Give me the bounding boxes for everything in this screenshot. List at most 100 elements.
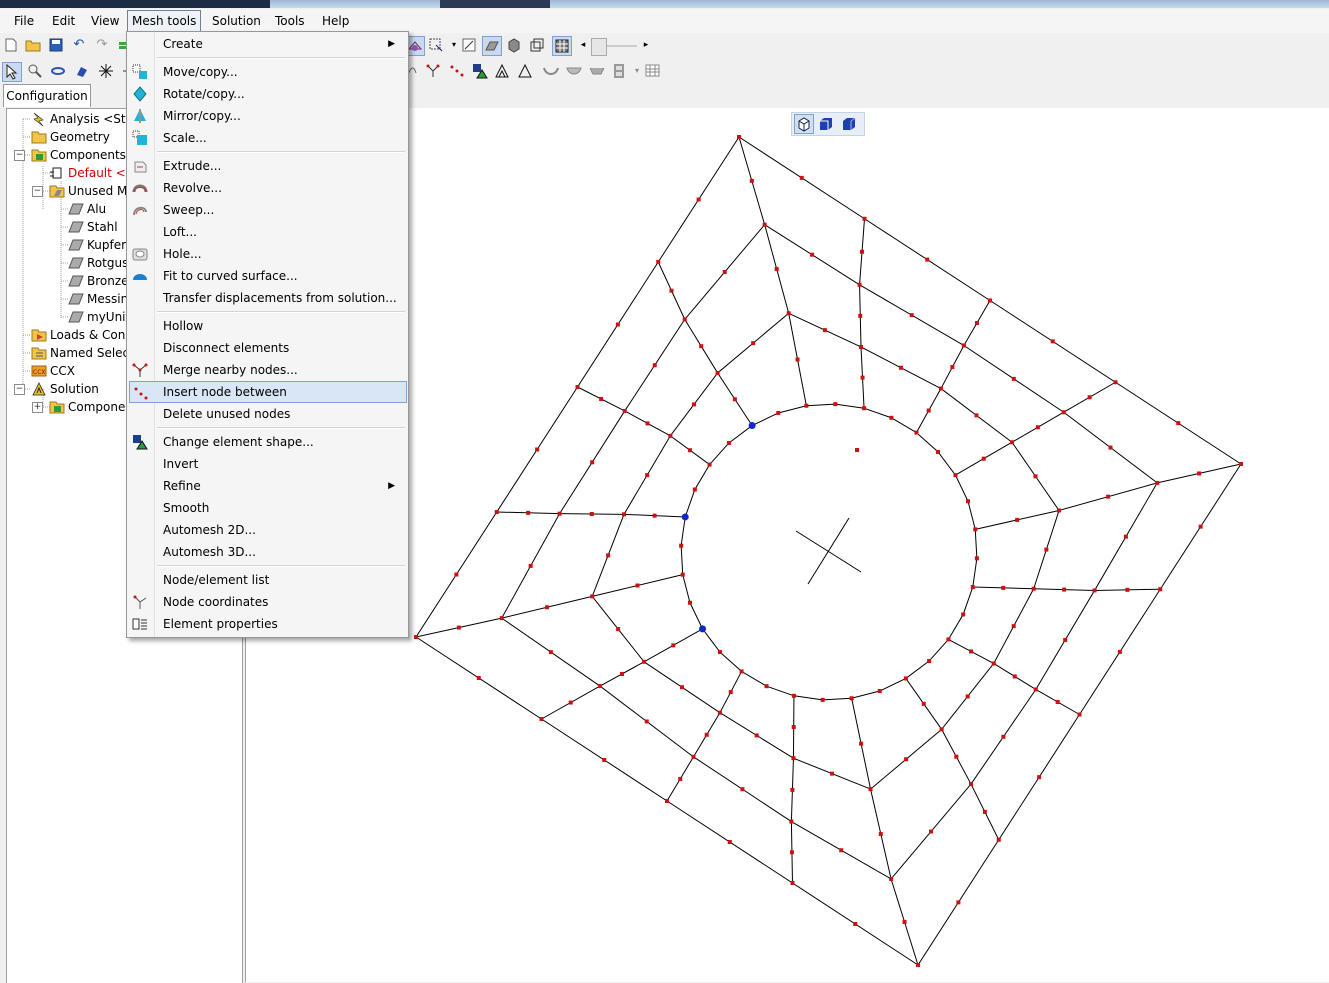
- mesh-node[interactable]: [1093, 588, 1097, 592]
- mesh-node[interactable]: [763, 223, 767, 227]
- mesh-node[interactable]: [642, 660, 646, 664]
- expand-solution-components-icon[interactable]: +: [32, 402, 43, 413]
- mesh-node[interactable]: [1012, 624, 1016, 628]
- mesh-node[interactable]: [665, 799, 669, 803]
- shell-icon[interactable]: [589, 63, 605, 79]
- mesh-node[interactable]: [678, 777, 682, 781]
- mesh-node[interactable]: [688, 448, 692, 452]
- menu-revolve[interactable]: Revolve...: [129, 177, 405, 199]
- mesh-node[interactable]: [1239, 462, 1243, 466]
- mesh-node[interactable]: [969, 782, 973, 786]
- collapse-components-icon[interactable]: −: [14, 150, 25, 161]
- mesh-node[interactable]: [792, 694, 796, 698]
- mesh-node[interactable]: [997, 838, 1001, 842]
- mesh-node[interactable]: [787, 311, 791, 315]
- menu-mirror-copy[interactable]: Mirror/copy...: [129, 105, 405, 127]
- selected-node[interactable]: [749, 422, 756, 429]
- mesh-node[interactable]: [1108, 446, 1112, 450]
- menu-disconnect-elements[interactable]: Disconnect elements: [129, 337, 405, 359]
- menu-scale[interactable]: Scale...: [129, 127, 405, 149]
- explode-icon[interactable]: [98, 63, 114, 79]
- mesh-node[interactable]: [645, 719, 649, 723]
- mesh-node[interactable]: [1010, 440, 1014, 444]
- mesh-node[interactable]: [903, 920, 907, 924]
- mesh-node[interactable]: [1037, 775, 1041, 779]
- mesh-node[interactable]: [623, 409, 627, 413]
- mesh-node[interactable]: [740, 669, 744, 673]
- mesh-node[interactable]: [791, 881, 795, 885]
- mesh-node[interactable]: [668, 434, 672, 438]
- mesh-node[interactable]: [879, 832, 883, 836]
- mesh-node[interactable]: [975, 321, 979, 325]
- mesh-node[interactable]: [691, 755, 695, 759]
- element-shape-tool-icon[interactable]: [472, 63, 488, 79]
- menu-refine[interactable]: Refine ▶: [129, 475, 405, 497]
- mesh-node[interactable]: [904, 676, 908, 680]
- mesh-node[interactable]: [861, 376, 865, 380]
- mesh-node[interactable]: [1051, 339, 1055, 343]
- mesh-node[interactable]: [590, 460, 594, 464]
- mesh-node[interactable]: [1034, 474, 1038, 478]
- mesh-node[interactable]: [953, 473, 957, 477]
- mesh-node[interactable]: [927, 409, 931, 413]
- mesh-node[interactable]: [526, 511, 530, 515]
- mesh-node[interactable]: [1106, 495, 1110, 499]
- mesh-node[interactable]: [889, 877, 893, 881]
- mesh-node[interactable]: [1125, 588, 1129, 592]
- mesh-node[interactable]: [914, 431, 918, 435]
- mesh-node[interactable]: [457, 626, 461, 630]
- mesh-node[interactable]: [569, 701, 573, 705]
- menu-file[interactable]: File: [10, 11, 38, 31]
- mesh-node[interactable]: [549, 650, 553, 654]
- mesh-node[interactable]: [1001, 735, 1005, 739]
- solid-view-icon[interactable]: [506, 37, 522, 53]
- pan-view-icon[interactable]: [74, 63, 90, 79]
- mesh-node[interactable]: [729, 690, 733, 694]
- menu-fit-curved-surface[interactable]: Fit to curved surface...: [129, 265, 405, 287]
- mesh-node[interactable]: [1078, 713, 1082, 717]
- film-strip-icon[interactable]: [611, 63, 627, 79]
- mesh-node[interactable]: [974, 413, 978, 417]
- surface-shading-icon[interactable]: [482, 36, 502, 56]
- select-mode-icon[interactable]: [428, 37, 444, 53]
- mesh-node[interactable]: [693, 488, 697, 492]
- mesh-node[interactable]: [646, 421, 650, 425]
- menu-change-element-shape[interactable]: Change element shape...: [129, 431, 405, 453]
- mesh-node[interactable]: [679, 544, 683, 548]
- mesh-node[interactable]: [971, 585, 975, 589]
- merge-tool-icon[interactable]: [425, 63, 441, 79]
- mesh-node[interactable]: [755, 733, 759, 737]
- mesh-node[interactable]: [590, 512, 594, 516]
- mesh-node[interactable]: [708, 463, 712, 467]
- mesh-node[interactable]: [962, 343, 966, 347]
- mesh-node[interactable]: [656, 260, 660, 264]
- table-icon[interactable]: [645, 63, 661, 79]
- mesh-node[interactable]: [602, 758, 606, 762]
- menu-smooth[interactable]: Smooth: [129, 497, 405, 519]
- mesh-node[interactable]: [860, 250, 864, 254]
- slider-track[interactable]: [607, 45, 637, 47]
- mesh-node[interactable]: [540, 717, 544, 721]
- menu-solution[interactable]: Solution: [208, 11, 265, 31]
- collapse-solution-icon[interactable]: −: [14, 384, 25, 395]
- menu-delete-unused-nodes[interactable]: Delete unused nodes: [129, 403, 405, 425]
- mesh-node[interactable]: [858, 314, 862, 318]
- mesh-node[interactable]: [790, 788, 794, 792]
- mesh-node[interactable]: [645, 473, 649, 477]
- menu-merge-nearby-nodes[interactable]: Merge nearby nodes...: [129, 359, 405, 381]
- mesh-node[interactable]: [751, 341, 755, 345]
- mesh-node[interactable]: [916, 963, 920, 967]
- mesh-node[interactable]: [936, 450, 940, 454]
- mesh-node[interactable]: [535, 448, 539, 452]
- mesh-node[interactable]: [804, 404, 808, 408]
- mesh-node[interactable]: [792, 725, 796, 729]
- mesh-node[interactable]: [1114, 380, 1118, 384]
- mesh-node[interactable]: [878, 689, 882, 693]
- mesh-node[interactable]: [414, 635, 418, 639]
- mesh-node[interactable]: [776, 411, 780, 415]
- dropdown-arrow-icon[interactable]: ▾: [446, 37, 462, 53]
- mesh-node[interactable]: [859, 345, 863, 349]
- selected-node[interactable]: [682, 513, 689, 520]
- mesh-node[interactable]: [1155, 481, 1159, 485]
- triangle-icon[interactable]: [517, 63, 533, 79]
